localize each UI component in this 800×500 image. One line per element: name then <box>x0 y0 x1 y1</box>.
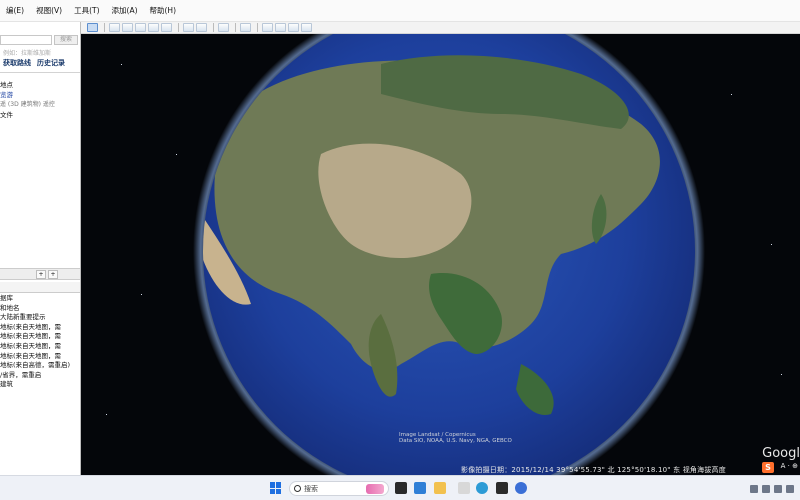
places-item[interactable]: 遥 (3D 建筑物) 遥控 <box>0 100 80 110</box>
historical-imagery-icon[interactable] <box>183 23 194 32</box>
add-folder-button[interactable]: + <box>48 269 58 279</box>
layer-item[interactable]: 地标(来自天地图，需 <box>0 342 80 352</box>
places-item[interactable]: 览游 <box>0 90 80 100</box>
camera-icon[interactable] <box>496 482 508 494</box>
layer-item[interactable]: 地标(来自高德，需重启) <box>0 361 80 371</box>
places-item[interactable]: 地点 <box>0 80 80 90</box>
sidebar: 搜索 例如：拉斯维加斯 获取路线 历史记录 地点 览游 遥 (3D 建筑物) 遥… <box>0 22 81 475</box>
app-icon[interactable] <box>515 482 527 494</box>
search-button[interactable]: 搜索 <box>54 35 78 45</box>
planets-icon[interactable] <box>218 23 229 32</box>
places-item[interactable]: 文件 <box>0 110 80 120</box>
speaker-icon[interactable] <box>774 484 782 493</box>
search-hint: 例如：拉斯维加斯 <box>3 50 52 57</box>
sidebar-toggle-icon[interactable] <box>87 23 98 32</box>
save-image-icon[interactable] <box>288 23 299 32</box>
layer-item[interactable]: 地标(来自天地图，需 <box>0 332 80 342</box>
layer-item[interactable]: 建筑 <box>0 380 80 390</box>
tab-directions[interactable]: 获取路线 <box>0 58 34 68</box>
search-highlight-icon <box>366 484 384 494</box>
sun-icon[interactable] <box>196 23 207 32</box>
print-icon[interactable] <box>275 23 286 32</box>
path-icon[interactable] <box>135 23 146 32</box>
view-in-maps-icon[interactable] <box>301 23 312 32</box>
wifi-icon[interactable] <box>762 484 770 493</box>
add-place-button[interactable]: + <box>36 269 46 279</box>
layer-item[interactable]: 大陆新重要提示 <box>0 313 80 323</box>
layers-panel: 据库 和地名 大陆新重要提示 地标(来自天地图，需 地标(来自天地图，需 地标(… <box>0 294 80 390</box>
layer-item[interactable]: /省界，需重启 <box>0 371 80 381</box>
attribution-text: Image Landsat / Copernicus Data SIO, NOA… <box>399 432 512 444</box>
search-tabs: 获取路线 历史记录 <box>0 57 80 69</box>
email-icon[interactable] <box>262 23 273 32</box>
layer-item[interactable]: 和地名 <box>0 304 80 314</box>
earth-viewer[interactable]: Image Landsat / Copernicus Data SIO, NOA… <box>81 34 800 475</box>
google-earth-window: 编(E) 视图(V) 工具(T) 添加(A) 帮助(H) 搜索 例如：拉斯维加斯… <box>0 0 800 500</box>
layer-item[interactable]: 据库 <box>0 294 80 304</box>
ime-sogou-icon[interactable]: S <box>762 462 774 473</box>
menu-add[interactable]: 添加(A) <box>106 5 144 16</box>
toolbar <box>81 22 800 34</box>
divider <box>0 72 80 73</box>
search-row: 搜索 <box>0 34 80 46</box>
record-tour-icon[interactable] <box>161 23 172 32</box>
google-earth-taskbar-icon[interactable] <box>458 482 470 494</box>
google-logo: Googl <box>762 446 800 461</box>
menu-edit[interactable]: 编(E) <box>0 5 30 16</box>
system-tray <box>746 476 800 500</box>
taskbar: 搜索 <box>0 475 800 500</box>
windows-start-icon[interactable] <box>270 482 282 494</box>
search-input[interactable] <box>0 35 52 45</box>
menu-tools[interactable]: 工具(T) <box>68 5 105 16</box>
placemark-icon[interactable] <box>109 23 120 32</box>
edge-icon[interactable] <box>476 482 488 494</box>
ruler-icon[interactable] <box>240 23 251 32</box>
polygon-icon[interactable] <box>122 23 133 32</box>
layer-item[interactable]: 地标(来自天地图，需 <box>0 323 80 333</box>
image-overlay-icon[interactable] <box>148 23 159 32</box>
widgets-icon[interactable] <box>414 482 426 494</box>
places-panel: 地点 览游 遥 (3D 建筑物) 遥控 文件 <box>0 80 80 120</box>
layer-item[interactable]: 地标(来自天地图，需 <box>0 352 80 362</box>
file-explorer-icon[interactable] <box>434 482 446 494</box>
places-controls: + + <box>0 268 80 280</box>
battery-icon[interactable] <box>786 484 794 493</box>
menu-help[interactable]: 帮助(H) <box>144 5 183 16</box>
tab-history[interactable]: 历史记录 <box>34 58 68 68</box>
search-icon <box>294 485 301 492</box>
menu-bar: 编(E) 视图(V) 工具(T) 添加(A) 帮助(H) <box>0 0 800 22</box>
layers-header <box>0 282 80 293</box>
globe <box>193 34 705 475</box>
status-bar: 影像拍摄日期：2015/12/14 39°54'55.73" 北 125°50'… <box>461 466 726 474</box>
chevron-up-icon[interactable] <box>750 484 758 493</box>
ime-toolbar[interactable]: A · ⊕ <box>781 462 798 470</box>
menu-view[interactable]: 视图(V) <box>30 5 68 16</box>
taskbar-search[interactable]: 搜索 <box>289 481 389 496</box>
task-view-icon[interactable] <box>395 482 407 494</box>
